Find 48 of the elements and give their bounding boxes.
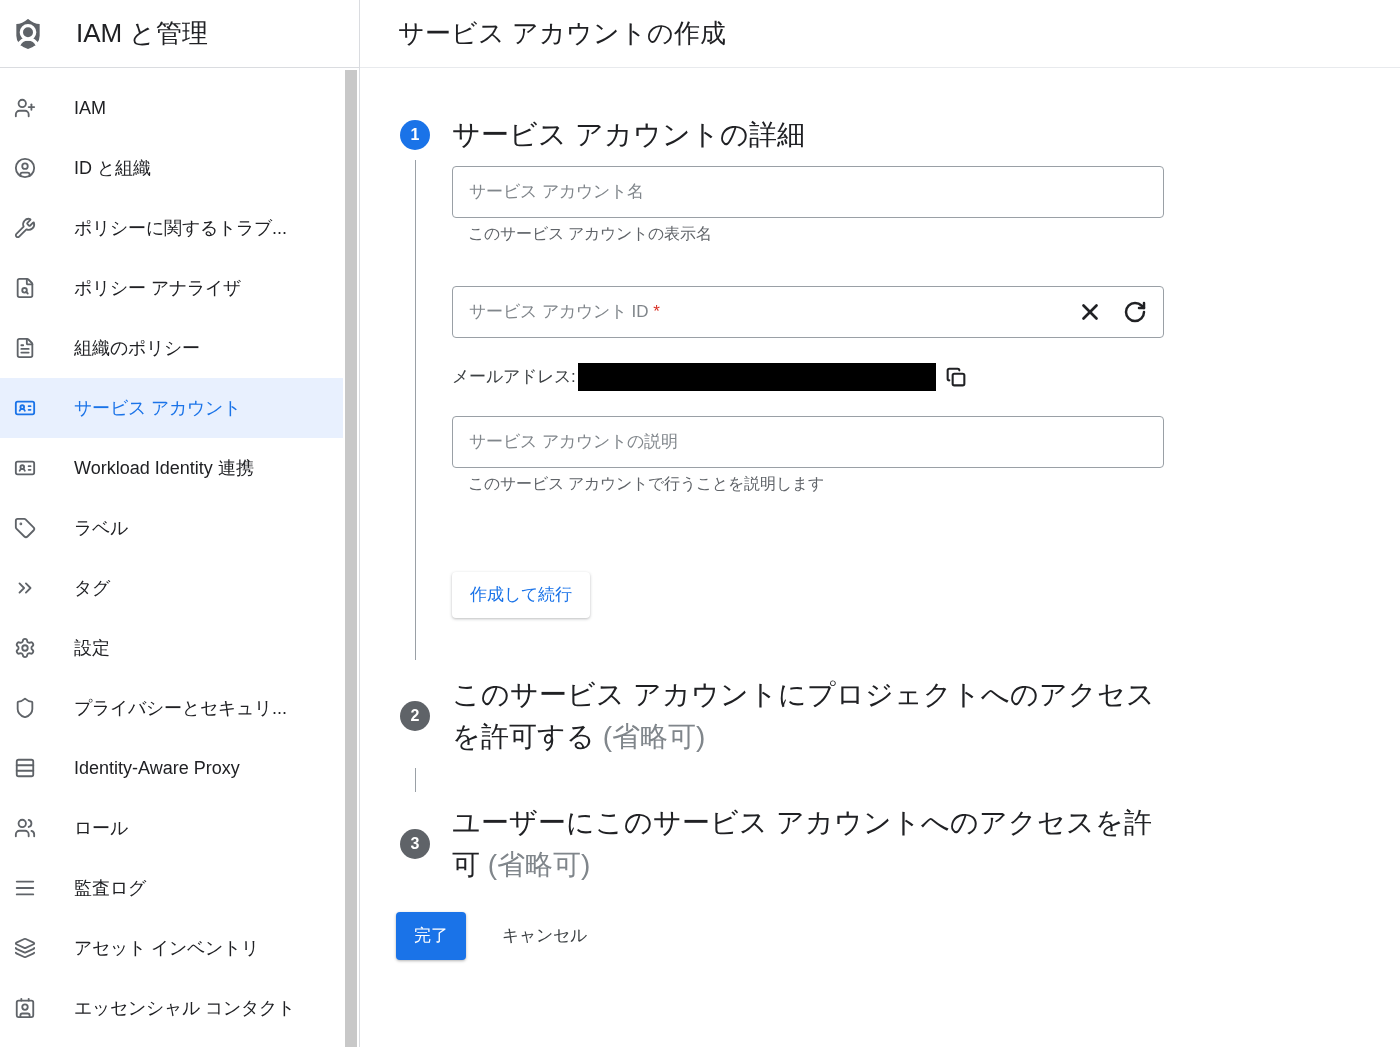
sidebar-item[interactable]: 設定 [0, 618, 343, 678]
sidebar-item[interactable]: タグ [0, 558, 343, 618]
copy-icon[interactable] [945, 367, 966, 387]
layers-icon [14, 937, 36, 959]
sidebar-item[interactable]: IAM [0, 78, 343, 138]
helper-text: このサービス アカウントの表示名 [467, 224, 714, 244]
sidebar-item[interactable]: ID と組織 [0, 138, 343, 198]
page-title: サービス アカウントの作成 [398, 17, 727, 50]
scrollbar[interactable] [345, 70, 357, 1047]
sidebar-item[interactable]: ロール [0, 798, 343, 858]
text-field[interactable]: サービス アカウント ID * [452, 286, 1164, 338]
tag-icon [14, 517, 36, 539]
refresh-icon[interactable] [1123, 300, 1147, 324]
product-title: IAM と管理 [76, 17, 209, 50]
email-label: メールアドレス: [452, 366, 576, 389]
sidebar-item[interactable]: ラベル [0, 498, 343, 558]
settings-icon [14, 637, 36, 659]
helper-text: このサービス アカウントで行うことを説明します [467, 474, 826, 494]
account-circle-icon [14, 157, 36, 179]
person-add-icon [14, 97, 36, 119]
sidebar-item[interactable]: 監査ログ [0, 858, 343, 918]
text-field[interactable]: サービス アカウントの説明 [452, 416, 1164, 468]
step-number: 1 [400, 120, 430, 150]
step-title: このサービス アカウントにプロジェクトへのアクセスを許可する (省略可) [452, 678, 1156, 754]
contact-card-icon [14, 997, 36, 1019]
create-continue-button[interactable]: 作成して続行 [452, 572, 590, 618]
shield-icon [14, 697, 36, 719]
document-icon [14, 337, 36, 359]
rows-icon [14, 757, 36, 779]
sidebar-item[interactable]: ポリシー アナライザ [0, 258, 343, 318]
people-icon [14, 817, 36, 839]
sidebar-item[interactable]: ポリシーに関するトラブ... [0, 198, 343, 258]
step-number: 2 [400, 701, 430, 731]
wrench-icon [14, 217, 36, 239]
cancel-button[interactable]: キャンセル [502, 923, 587, 949]
sidebar-item[interactable]: プライバシーとセキュリ... [0, 678, 343, 738]
document-search-icon [14, 277, 36, 299]
sidebar-item[interactable]: Workload Identity 連携 [0, 438, 343, 498]
sidebar-item[interactable]: サービス アカウント [0, 378, 343, 438]
sidebar-item[interactable]: Identity-Aware Proxy [0, 738, 343, 798]
sidebar-item[interactable]: エッセンシャル コンタクト [0, 978, 343, 1038]
step-title: ユーザーにこのサービス アカウントへのアクセスを許可 (省略可) [452, 806, 1153, 882]
sidebar-item[interactable]: 組織のポリシー [0, 318, 343, 378]
done-button[interactable]: 完了 [396, 912, 466, 960]
step-number: 3 [400, 829, 430, 859]
text-field[interactable]: サービス アカウント名 [452, 166, 1164, 218]
step-title: サービス アカウントの詳細 [452, 118, 806, 152]
sidebar-item[interactable]: アセット インベントリ [0, 918, 343, 978]
